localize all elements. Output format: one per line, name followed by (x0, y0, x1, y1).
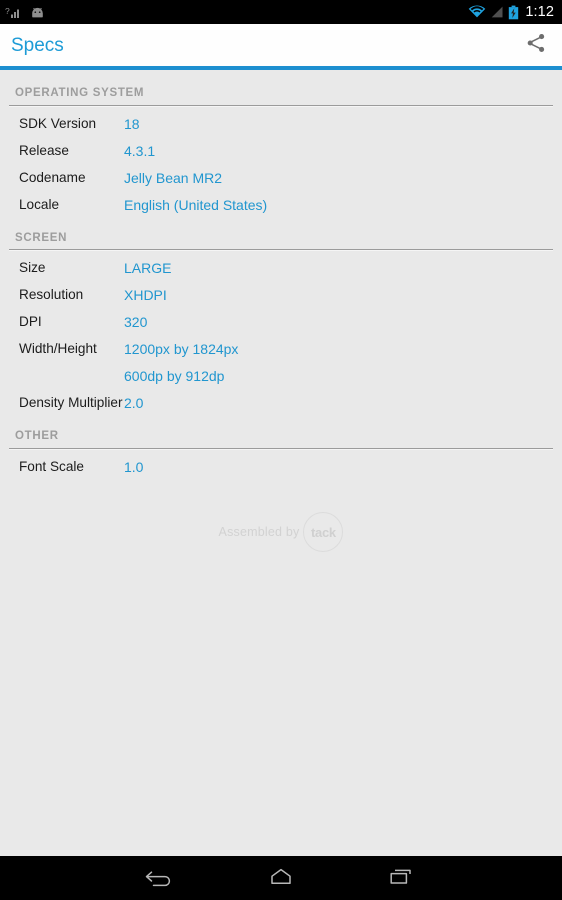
section-header: OTHER (15, 430, 59, 443)
android-head-icon (29, 6, 46, 19)
spec-row[interactable]: DPI 320 (0, 304, 562, 331)
recent-apps-icon (386, 865, 416, 892)
spec-row-values: 1200px by 1824px 600dp by 912dp (124, 340, 238, 385)
spec-row-label: Size (19, 260, 46, 276)
spec-row-label: SDK Version (19, 115, 97, 131)
spec-row-values: 1.0 (124, 458, 143, 476)
status-bar: ? 1:12 (0, 0, 562, 24)
share-button[interactable] (516, 24, 562, 66)
share-icon (525, 32, 547, 59)
spec-row-value: English (United States) (124, 196, 268, 213)
battery-charging-icon (508, 5, 519, 20)
spec-row[interactable]: Codename Jelly Bean MR2 (0, 160, 562, 187)
spec-row-value: 2.0 (124, 395, 144, 412)
sections-container: OPERATING SYSTEM SDK Version 18 Release 4.3.… (0, 70, 562, 476)
spec-row-label: Locale (19, 196, 60, 212)
spec-row[interactable]: Density Multiplier 2.0 (0, 385, 562, 412)
spec-section: OTHER Font Scale 1.0 (0, 412, 562, 476)
watermark: Assembled by tack (0, 512, 562, 552)
tack-logo-label: tack (311, 524, 336, 540)
spec-row-value: 18 (124, 115, 140, 132)
spec-row-label: DPI (19, 314, 42, 330)
spec-row-label: Resolution (19, 287, 84, 303)
spec-row-values: Jelly Bean MR2 (124, 169, 222, 187)
section-header: OPERATING SYSTEM (15, 87, 145, 99)
page-title: Specs (11, 34, 64, 56)
nav-home-button[interactable] (249, 856, 313, 900)
spec-row-label: Density Multiplier (19, 395, 123, 411)
spec-row-values: LARGE (124, 259, 171, 277)
action-bar: Specs (0, 24, 562, 66)
spec-row-label: Font Scale (19, 458, 84, 474)
nav-recents-button[interactable] (369, 856, 433, 900)
navigation-bar (0, 856, 562, 900)
spec-row[interactable]: Resolution XHDPI (0, 277, 562, 304)
spec-row-values: XHDPI (124, 286, 167, 304)
spec-row-value: 600dp by 912dp (124, 368, 225, 385)
spec-row-values: 4.3.1 (124, 142, 155, 160)
spec-row[interactable]: Width/Height 1200px by 1824px 600dp by 912… (0, 331, 562, 385)
android-device-screen: ? 1:12 Specs OPERATING SYSTEM SDK Versio… (0, 0, 562, 900)
signal-unknown-icon: ? (5, 5, 22, 20)
status-bar-right-icons: 1:12 (468, 5, 562, 20)
spec-row-values: 2.0 (124, 394, 143, 412)
spec-row[interactable]: Size LARGE (0, 250, 562, 277)
status-bar-left-icons: ? (0, 5, 46, 20)
spec-row-label: Codename (19, 169, 86, 185)
spec-row-value: 1200px by 1824px (124, 341, 239, 358)
status-bar-clock: 1:12 (525, 3, 554, 20)
spec-section: OPERATING SYSTEM SDK Version 18 Release 4.3.… (0, 70, 562, 214)
nav-back-button[interactable] (128, 856, 192, 900)
specs-list: OPERATING SYSTEM SDK Version 18 Release 4.3.… (0, 70, 562, 856)
spec-row-value: 320 (124, 314, 148, 331)
home-icon (266, 865, 296, 892)
spec-row-value: 1.0 (124, 458, 144, 475)
spec-row[interactable]: Font Scale 1.0 (0, 449, 562, 476)
wifi-icon (468, 5, 486, 19)
svg-text:?: ? (5, 6, 10, 16)
tack-logo: tack (303, 512, 344, 552)
back-arrow-icon (145, 865, 175, 892)
spec-section: SCREEN Size LARGE Resolution XHDPI DPI 320 Widt… (0, 214, 562, 413)
spec-row[interactable]: SDK Version 18 (0, 106, 562, 133)
spec-row-value: LARGE (124, 260, 172, 277)
spec-row-values: 18 (124, 115, 140, 133)
section-header: SCREEN (15, 231, 68, 244)
watermark-text: Assembled by (218, 525, 300, 539)
spec-row-label: Width/Height (19, 341, 97, 357)
spec-row-value: 4.3.1 (124, 142, 156, 159)
spec-row-value: XHDPI (124, 287, 167, 304)
spec-row-label: Release (19, 142, 69, 158)
spec-row-values: English (United States) (124, 196, 267, 214)
cell-signal-icon (490, 5, 504, 19)
spec-row[interactable]: Locale English (United States) (0, 187, 562, 214)
spec-row[interactable]: Release 4.3.1 (0, 133, 562, 160)
spec-row-values: 320 (124, 313, 147, 331)
spec-row-value: Jelly Bean MR2 (124, 169, 223, 186)
